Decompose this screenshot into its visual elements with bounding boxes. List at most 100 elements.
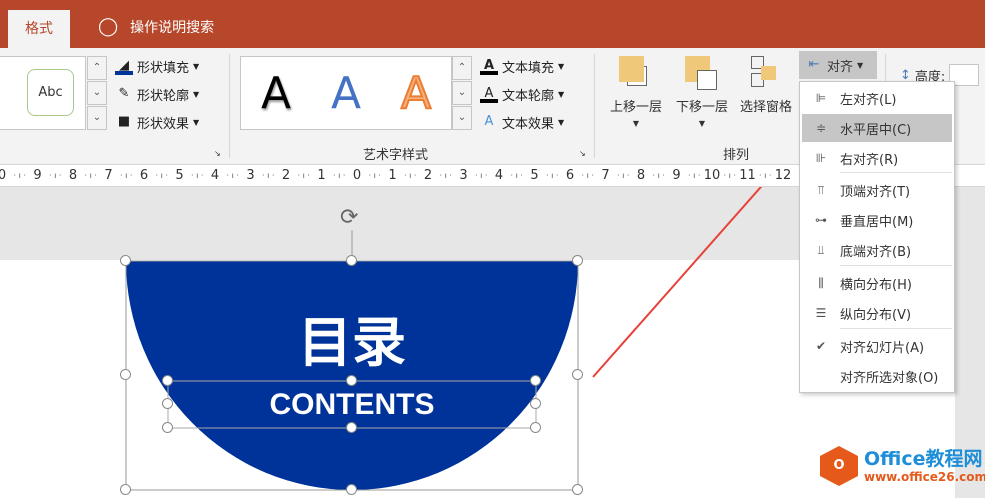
resize-handle[interactable] bbox=[346, 484, 357, 495]
resize-handle[interactable] bbox=[572, 369, 583, 380]
send-backward-button[interactable]: 下移一层 ▼ bbox=[669, 56, 735, 128]
resize-handle[interactable] bbox=[120, 484, 131, 495]
ruler-tick: · ı · bbox=[687, 171, 701, 180]
menu-item[interactable]: ⫫ 底端对齐(B) bbox=[802, 236, 952, 264]
gallery-down-button[interactable]: ⌄ bbox=[452, 81, 472, 105]
group-label-arrange: 排列 bbox=[723, 148, 750, 163]
shape-style-sample[interactable]: Abc bbox=[27, 69, 74, 116]
wordart-gallery[interactable]: A A A bbox=[240, 56, 452, 130]
align-bottom-icon: ⫫ bbox=[817, 242, 825, 257]
gallery-down-button[interactable]: ⌄ bbox=[87, 81, 107, 105]
ruler-tick-label: 11 bbox=[739, 168, 756, 183]
ruler-tick: · ı · bbox=[439, 171, 452, 180]
menu-item[interactable]: ✔ 对齐幻灯片(A) bbox=[802, 332, 952, 360]
label: 文本填充 bbox=[502, 60, 555, 76]
align-button[interactable]: ⇤ 对齐 ▼ bbox=[799, 51, 877, 79]
align-right-icon: ⊪ bbox=[815, 151, 827, 165]
bring-forward-button[interactable]: 上移一层 ▼ bbox=[605, 56, 667, 128]
ruler-tick-label: 9 bbox=[33, 168, 42, 183]
menu-item[interactable]: ⫼ 横向分布(H) bbox=[802, 269, 952, 297]
ruler-tick-label: 0 bbox=[352, 168, 362, 183]
text-fill-button[interactable]: A 文本填充 ▼ bbox=[480, 52, 564, 80]
menu-item-label: 右对齐(R) bbox=[840, 152, 899, 168]
menu-item[interactable]: ≑ 水平居中(C) bbox=[802, 114, 952, 142]
resize-handle[interactable] bbox=[346, 422, 357, 433]
ruler-tick: · ı · bbox=[190, 171, 204, 180]
rotate-handle-icon[interactable]: ⟳ bbox=[340, 205, 358, 230]
text-outline-button[interactable]: A 文本轮廓 ▼ bbox=[480, 80, 564, 108]
resize-handle[interactable] bbox=[120, 255, 131, 266]
slide-subtitle[interactable]: CONTENTS bbox=[168, 385, 536, 425]
label: 文本轮廓 bbox=[502, 88, 555, 104]
tell-me-search[interactable]: ◯ 操作说明搜索 bbox=[98, 16, 214, 37]
label: 上移一层 bbox=[609, 100, 662, 115]
ruler-tick: · ı · bbox=[581, 171, 594, 180]
distribute-v-icon: ☰ bbox=[815, 306, 827, 320]
label: 选择窗格 bbox=[739, 100, 792, 115]
office-logo-icon: O bbox=[820, 446, 858, 486]
menu-item[interactable]: 对齐所选对象(O) bbox=[802, 362, 952, 390]
gallery-up-button[interactable]: ⌃ bbox=[87, 56, 107, 80]
gallery-more-button[interactable]: ⌄ bbox=[452, 106, 472, 130]
resize-handle[interactable] bbox=[162, 398, 173, 409]
ruler-tick-label: 9 bbox=[672, 168, 681, 183]
text-fill-icon: A bbox=[480, 57, 498, 75]
selection-pane-icon bbox=[749, 56, 783, 90]
dialog-launcher-icon[interactable]: ↘ bbox=[579, 149, 586, 158]
shape-outline-button[interactable]: ✎ 形状轮廓 ▼ bbox=[115, 80, 200, 108]
align-left-icon: ⊫ bbox=[815, 91, 827, 105]
shape-effects-button[interactable]: ■ 形状效果 ▼ bbox=[115, 108, 199, 136]
align-top-icon: ⫪ bbox=[817, 182, 825, 197]
resize-handle[interactable] bbox=[162, 422, 173, 433]
menu-item[interactable]: ⫪ 顶端对齐(T) bbox=[802, 176, 952, 204]
bring-forward-icon bbox=[619, 56, 653, 90]
ruler-tick: · ı · bbox=[403, 171, 417, 180]
resize-handle[interactable] bbox=[346, 255, 357, 266]
wordart-orange[interactable]: A bbox=[400, 67, 432, 120]
ruler-tick-label: 3 bbox=[459, 168, 468, 183]
menu-item[interactable]: ☰ 纵向分布(V) bbox=[802, 299, 952, 327]
wordart-black[interactable]: A bbox=[261, 68, 291, 119]
wordart-blue[interactable]: A bbox=[331, 68, 361, 119]
ruler-tick-label: 2 bbox=[281, 168, 291, 183]
gallery-up-button[interactable]: ⌃ bbox=[452, 56, 472, 80]
red-arrow bbox=[592, 187, 763, 378]
resize-handle[interactable] bbox=[572, 484, 583, 495]
ruler-tick-label: 7 bbox=[601, 168, 610, 183]
label: 形状轮廓 bbox=[137, 88, 190, 104]
resize-handle[interactable] bbox=[530, 398, 541, 409]
tab-format[interactable]: 格式 bbox=[8, 10, 70, 48]
resize-handle[interactable] bbox=[572, 255, 583, 266]
menu-item[interactable]: ⊶ 垂直居中(M) bbox=[802, 206, 952, 234]
slide-title[interactable]: 目录 bbox=[252, 310, 452, 374]
ruler-tick-label: 4 bbox=[210, 168, 220, 183]
ruler-tick: · ı · bbox=[510, 171, 523, 180]
menu-item[interactable]: ⊪ 右对齐(R) bbox=[802, 144, 952, 172]
menu-separator bbox=[840, 265, 952, 266]
resize-handle[interactable] bbox=[530, 422, 541, 433]
menu-item[interactable]: ⊫ 左对齐(L) bbox=[802, 84, 952, 112]
menu-item-label: 垂直居中(M) bbox=[840, 214, 914, 230]
send-backward-icon bbox=[685, 56, 719, 90]
ruler-tick-label: 6 bbox=[565, 168, 575, 183]
ruler-tick-label: 3 bbox=[246, 168, 255, 183]
ruler-tick-label: 1 bbox=[317, 168, 326, 183]
gallery-more-button[interactable]: ⌄ bbox=[87, 106, 107, 130]
ruler-tick-label: 8 bbox=[636, 168, 646, 183]
selection-pane-button[interactable]: 选择窗格 bbox=[735, 56, 797, 115]
text-effects-icon: A bbox=[484, 114, 494, 129]
ruler-tick: · ı · bbox=[474, 171, 488, 180]
resize-handle[interactable] bbox=[530, 375, 541, 386]
menu-separator bbox=[840, 172, 952, 173]
ruler-tick-label: 8 bbox=[68, 168, 78, 183]
resize-handle[interactable] bbox=[120, 369, 131, 380]
text-effects-button[interactable]: A 文本效果 ▼ bbox=[480, 108, 565, 136]
ruler-tick-label: 1 bbox=[388, 168, 397, 183]
shape-effects-icon: ■ bbox=[117, 114, 131, 129]
shape-style-gallery[interactable]: Abc bbox=[0, 56, 86, 130]
shape-fill-button[interactable]: ◢ 形状填充 ▼ bbox=[115, 52, 199, 80]
resize-handle[interactable] bbox=[162, 375, 173, 386]
dialog-launcher-icon[interactable]: ↘ bbox=[214, 149, 221, 158]
ruler-tick-label: 6 bbox=[139, 168, 149, 183]
resize-handle[interactable] bbox=[346, 375, 357, 386]
